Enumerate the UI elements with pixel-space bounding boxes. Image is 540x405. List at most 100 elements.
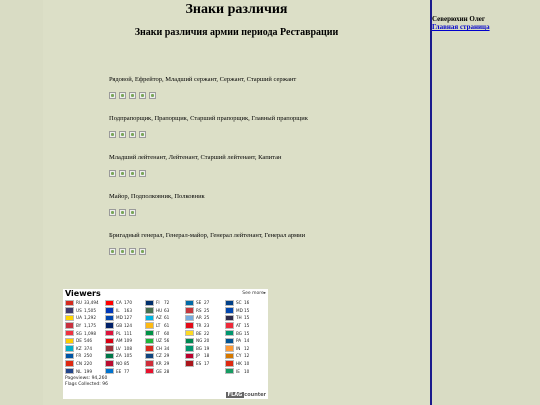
visitor-count: 25 xyxy=(204,307,210,313)
flag-row: SE 27 xyxy=(185,299,225,307)
visitor-count: 20 xyxy=(204,338,210,344)
country-code: AZ xyxy=(156,315,162,321)
visitor-count: 109 xyxy=(124,338,132,344)
country-flag-icon xyxy=(145,322,154,329)
country-flag-icon xyxy=(105,329,114,337)
visitor-count: 105 xyxy=(124,353,132,359)
visitor-count: 10 xyxy=(244,368,250,374)
rank-group-text: Рядовой, Ефрейтор, Младший сержант, Серж… xyxy=(109,76,297,83)
country-flag-icon xyxy=(65,307,74,314)
visitor-count: 12 xyxy=(244,353,250,359)
visitor-count: 546 xyxy=(84,338,92,344)
country-flag-icon xyxy=(185,329,194,337)
flag-counter-title: Viewers xyxy=(65,289,101,298)
visitor-count: 34 xyxy=(164,345,170,351)
visitor-count: 56 xyxy=(164,338,170,344)
country-code: UA xyxy=(76,315,82,321)
flag-row: SC 16 xyxy=(225,299,265,307)
country-code: IT xyxy=(156,330,160,336)
country-code: SE xyxy=(196,300,202,306)
rank-group-text: Младший лейтенант, Лейтенант, Старший ле… xyxy=(109,154,282,161)
flag-row: MD 15 xyxy=(225,307,265,315)
visitor-count: 108 xyxy=(124,345,132,351)
home-link[interactable]: Главная страница xyxy=(432,23,522,31)
see-more-link[interactable]: See more▸ xyxy=(242,291,266,296)
flag-row: UZ 56 xyxy=(145,337,185,345)
flag-counter-widget[interactable]: Viewers See more▸ RU 33,494 US 1,505 UA 1,292… xyxy=(63,289,268,399)
country-code: EE xyxy=(116,368,122,374)
country-flag-icon xyxy=(145,307,154,314)
country-code: RU xyxy=(76,300,82,306)
rank-images xyxy=(109,131,146,138)
country-flag-icon xyxy=(225,314,234,322)
author-name: Северюхин Олег xyxy=(432,15,486,23)
flag-column: FI 72 HU 63 AZ 61 LT 61 IT 60 UZ 56 CH 34 CZ 29 KR 29 GE 28 xyxy=(145,299,185,375)
flag-row: IT 60 xyxy=(145,329,185,337)
flag-row: HK 10 xyxy=(225,360,265,368)
visitor-count: 111 xyxy=(124,330,132,336)
visitor-count: 15 xyxy=(244,323,250,329)
flag-row: NG 20 xyxy=(185,337,225,345)
flag-column: SE 27 RS 25 AR 25 TR 23 BE 22 NG 20 BG 19 JP 18 ES 17 xyxy=(185,299,225,367)
country-flag-icon xyxy=(185,345,194,352)
rank-insignia-image xyxy=(109,209,116,216)
flag-row: UA 1,292 xyxy=(65,314,105,322)
country-flag-icon xyxy=(65,360,74,367)
country-code: TH xyxy=(236,315,242,321)
rank-insignia-image xyxy=(129,92,136,99)
rank-images xyxy=(109,209,136,216)
country-flag-icon xyxy=(225,367,234,375)
country-flag-icon xyxy=(145,345,154,352)
flag-row: TH 15 xyxy=(225,314,265,322)
country-code: AM xyxy=(116,338,123,344)
country-code: LT xyxy=(156,323,161,329)
visitor-count: 124 xyxy=(124,323,132,329)
visitor-count: 1,505 xyxy=(84,307,96,313)
visitor-count: 23 xyxy=(204,323,210,329)
flag-row: BG 15 xyxy=(225,329,265,337)
country-flag-icon xyxy=(105,322,114,329)
country-code: SG xyxy=(76,330,82,336)
flag-row: NL 199 xyxy=(65,367,105,375)
flag-row: FI 72 xyxy=(145,299,185,307)
country-flag-icon xyxy=(105,345,114,352)
flag-counter-logo: FLAG counter xyxy=(225,392,266,398)
flag-column: SC 16 MD 15 TH 15 AT 15 BG 15 PA 14 IN 12 CY 12 HK 10 IE 10 xyxy=(225,299,265,375)
country-code: IN xyxy=(236,345,241,351)
visitor-count: 27 xyxy=(204,300,210,306)
visitor-count: 163 xyxy=(124,307,132,313)
country-flag-icon xyxy=(185,352,194,360)
country-flag-icon xyxy=(105,337,114,345)
visitor-count: 15 xyxy=(244,307,250,313)
country-flag-icon xyxy=(105,352,114,360)
country-code: US xyxy=(76,307,82,313)
country-flag-icon xyxy=(225,337,234,345)
country-code: IE xyxy=(236,368,240,374)
country-flag-icon xyxy=(145,299,154,307)
visitor-count: 85 xyxy=(124,361,130,367)
flag-row: BG 19 xyxy=(185,345,225,353)
flag-row: NO 85 xyxy=(105,360,145,368)
country-code: BE xyxy=(196,330,202,336)
visitor-count: 29 xyxy=(164,353,170,359)
rank-insignia-image xyxy=(129,131,136,138)
visitor-count: 220 xyxy=(84,361,92,367)
country-code: PL xyxy=(116,330,121,336)
pageviews-value: 94,260 xyxy=(91,376,108,381)
flag-column: CA 170 IL 163 MD 127 GB 124 PL 111 AM 109 LV 108 ZA 105… xyxy=(105,299,145,375)
visitor-count: 1,175 xyxy=(84,323,96,329)
visitor-count: 17 xyxy=(204,361,210,367)
country-flag-icon xyxy=(145,337,154,345)
country-flag-icon xyxy=(145,314,154,322)
flag-counter-brand-2: counter xyxy=(244,392,266,398)
flag-row: BY 1,175 xyxy=(65,322,105,330)
country-code: GB xyxy=(116,323,123,329)
country-code: FI xyxy=(156,300,160,306)
visitor-count: 127 xyxy=(124,315,132,321)
country-code: MD xyxy=(116,315,123,321)
visitor-count: 1,098 xyxy=(84,330,96,336)
flag-row: LV 108 xyxy=(105,345,145,353)
country-flag-icon xyxy=(145,367,154,375)
country-flag-icon xyxy=(225,329,234,337)
page-title: Знаки различия xyxy=(185,2,288,17)
